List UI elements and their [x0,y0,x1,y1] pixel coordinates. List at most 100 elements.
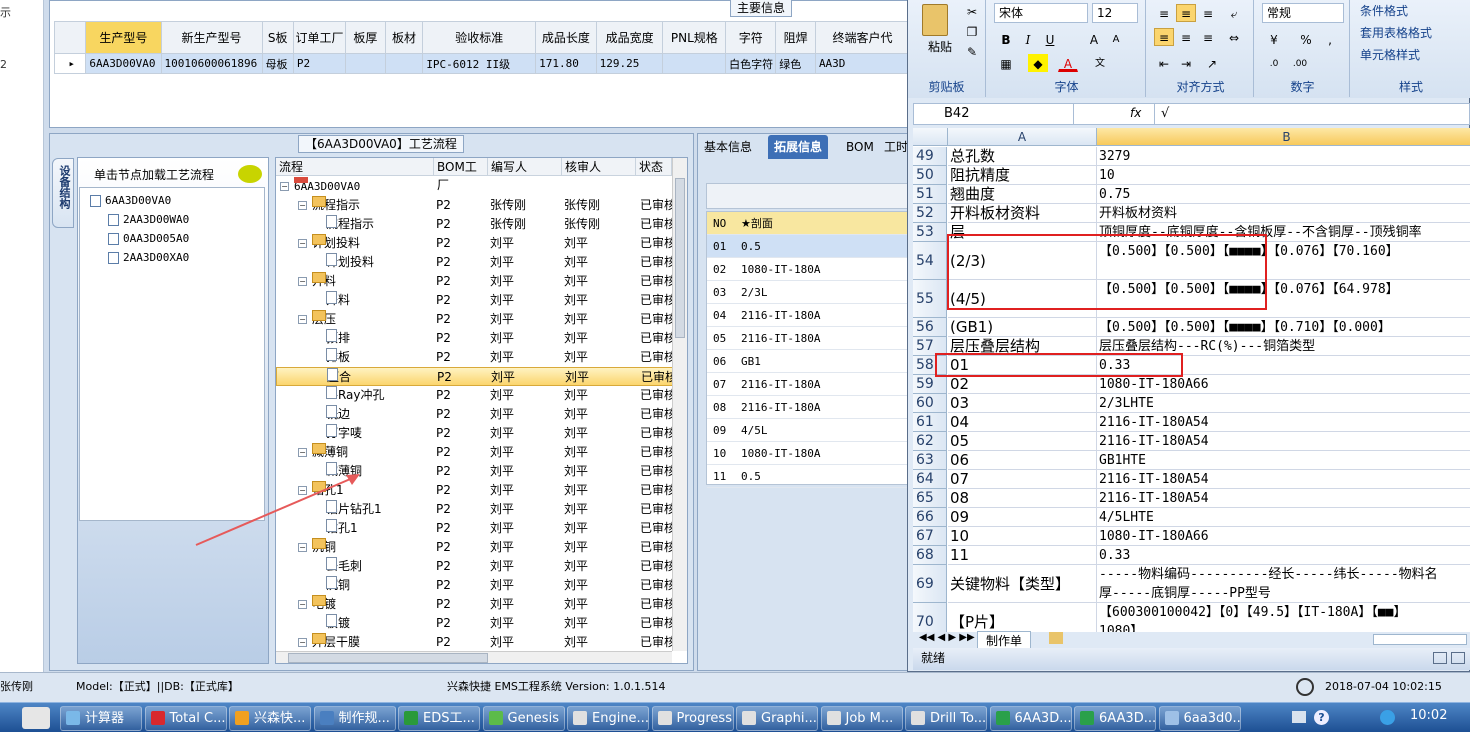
main-col-header[interactable]: S板 [261,21,294,54]
main-cell[interactable]: AA3D [814,53,911,74]
tree-hscroll-thumb[interactable] [288,653,488,663]
cell-a[interactable]: 04 [948,413,1097,432]
normal-view-icon[interactable] [1433,652,1447,664]
currency-icon[interactable]: ¥ [1264,30,1284,48]
row-header[interactable]: 63 [913,451,947,470]
cell-style-button[interactable]: 单元格样式 [1360,46,1420,63]
row-header[interactable]: 51 [913,185,947,204]
taskbar-button[interactable]: Genesis [482,706,565,731]
cell-b[interactable]: 2/3LHTE [1097,394,1470,413]
main-col-header[interactable]: 终端客户代 [814,21,911,54]
grow-font-icon[interactable]: A [1084,30,1104,48]
align-top-icon[interactable]: ≡ [1154,4,1174,22]
layer-row[interactable]: 03 2/3L [707,281,910,304]
info-tab[interactable]: BOM [840,135,880,159]
wrap-text-icon[interactable]: ⤶ [1224,4,1244,22]
process-row[interactable]: 打字唛 P2 刘平 刘平 已审核 [276,424,676,443]
main-col-header[interactable]: 生产型号 [85,21,162,54]
expand-toggle-icon[interactable]: − [298,600,307,609]
tree-horizontal-scrollbar[interactable] [276,651,672,663]
row-header[interactable]: 55 [913,280,947,318]
structure-node[interactable]: 2AA3D00XA0 [108,251,189,264]
network-tray-icon[interactable] [1380,710,1395,725]
taskbar-button[interactable]: 兴森快... [229,706,311,731]
main-col-header[interactable]: 订单工厂 [292,21,347,54]
page-layout-icon[interactable] [1451,652,1465,664]
cell-a[interactable]: 07 [948,470,1097,489]
tree-col-header[interactable]: 状态 [636,158,672,176]
percent-icon[interactable]: % [1296,30,1316,48]
increase-decimal-icon[interactable]: .0 [1264,54,1284,72]
cell-a[interactable]: 阻抗精度 [948,166,1097,185]
cell-b[interactable]: 【600300100042】【0】【49.5】【IT-180A】【■■】 1080… [1097,603,1470,632]
taskbar-button[interactable]: 6AA3D... [989,706,1072,731]
cell-a[interactable]: 03 [948,394,1097,413]
row-header[interactable]: 59 [913,375,947,394]
process-row[interactable]: 去毛刺 P2 刘平 刘平 已审核 [276,557,676,576]
taskbar-button[interactable]: 6AA3D... [1074,706,1156,731]
sheet-hscrollbar[interactable] [1373,634,1467,645]
process-row[interactable]: 预排 P2 刘平 刘平 已审核 [276,329,676,348]
cell-b[interactable]: 2116-IT-180A54 [1097,432,1470,451]
expand-toggle-icon[interactable]: − [280,182,289,191]
layer-row[interactable]: 05 2116-IT-180A [707,327,910,350]
align-right-icon[interactable]: ≡ [1198,28,1218,46]
main-cell[interactable]: IPC-6012 II级 [422,53,537,74]
cell-a[interactable]: 翘曲度 [948,185,1097,204]
process-row[interactable]: − 减薄铜 P2 刘平 刘平 已审核 [276,443,676,462]
taskbar-button[interactable]: 6aa3d0... [1158,706,1241,731]
process-row[interactable]: 铣边 P2 刘平 刘平 已审核 [276,405,676,424]
cell-a[interactable]: 总孔数 [948,147,1097,166]
help-tray-icon[interactable]: ? [1314,710,1329,725]
cell-b[interactable]: 0.33 [1097,546,1470,565]
paste-icon[interactable] [922,4,948,36]
cell-b[interactable]: GB1HTE [1097,451,1470,470]
layer-row[interactable]: 10 1080-IT-180A [707,442,910,465]
cell-b[interactable]: 2116-IT-180A54 [1097,470,1470,489]
expand-toggle-icon[interactable]: − [298,201,307,210]
cut-icon[interactable]: ✂ [962,2,982,20]
row-header[interactable]: 50 [913,166,947,185]
process-row[interactable]: 板镀 P2 刘平 刘平 已审核 [276,614,676,633]
font-size-combo[interactable]: 12 [1092,3,1138,23]
decrease-decimal-icon[interactable]: .00 [1290,54,1310,72]
cell-b[interactable]: 10 [1097,166,1470,185]
decrease-indent-icon[interactable]: ⇤ [1154,54,1174,72]
process-row[interactable]: −层压 P2 刘平 刘平 已审核 [276,310,676,329]
row-header[interactable]: 61 [913,413,947,432]
column-header-b[interactable]: B [1097,128,1470,146]
copy-icon[interactable]: ❐ [962,22,982,40]
layer-row[interactable]: 06 GB1 [707,350,910,373]
main-cell[interactable]: 母板 [261,53,294,74]
expand-toggle-icon[interactable]: − [298,239,307,248]
taskbar-button[interactable]: EDS工... [398,706,480,731]
main-cell[interactable]: 6AA3D00VA0 [85,53,162,74]
cell-a[interactable]: (GB1) [948,318,1097,337]
row-header[interactable]: 68 [913,546,947,565]
process-row[interactable]: −开料 P2 刘平 刘平 已审核 [276,272,676,291]
orientation-icon[interactable]: ↗ [1202,54,1222,72]
taskbar-button[interactable]: Job M... [820,706,903,731]
main-cell[interactable]: 绿色 [775,53,816,74]
main-col-header[interactable]: 成品长度 [535,21,597,54]
process-row[interactable]: 沉铜 P2 刘平 刘平 已审核 [276,576,676,595]
row-header[interactable]: 56 [913,318,947,337]
row-header[interactable]: 52 [913,204,947,223]
expand-toggle-icon[interactable]: − [298,448,307,457]
tree-col-header[interactable]: 流程 [276,158,434,176]
font-name-combo[interactable]: 宋体 [994,3,1088,23]
cell-a[interactable]: 09 [948,508,1097,527]
expand-toggle-icon[interactable]: − [298,638,307,647]
column-header-a[interactable]: A [948,128,1097,146]
main-cell[interactable]: P2 [292,53,347,74]
cell-a[interactable]: 10 [948,527,1097,546]
taskbar-button[interactable]: Engine... [567,706,649,731]
process-row[interactable]: −6AA3D00VA0 [276,177,676,196]
cell-b[interactable]: 0.75 [1097,185,1470,204]
align-bottom-icon[interactable]: ≡ [1198,4,1218,22]
cell-a[interactable]: 关键物料【类型】 [948,565,1097,603]
structure-node[interactable]: 0AA3D005A0 [108,232,189,245]
comma-icon[interactable]: , [1320,30,1340,48]
select-all-corner[interactable] [913,128,948,146]
cell-a[interactable]: 【P片】 [948,603,1097,632]
